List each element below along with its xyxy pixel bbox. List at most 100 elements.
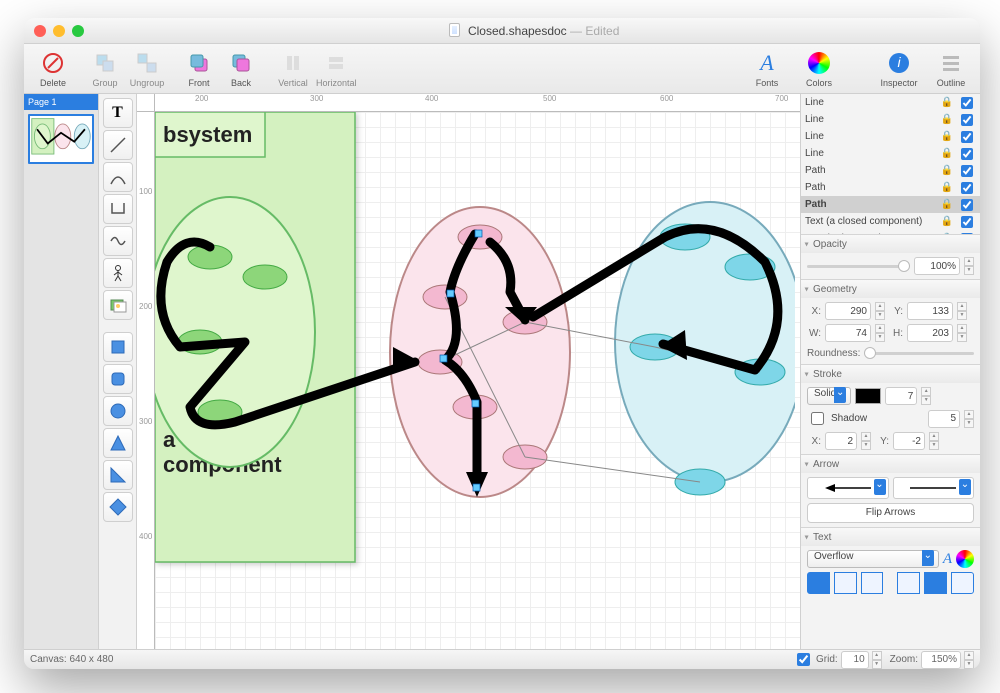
- layer-row[interactable]: Path🔒: [801, 162, 980, 179]
- lock-icon[interactable]: 🔒: [941, 131, 953, 142]
- flip-arrows-button[interactable]: Flip Arrows: [807, 503, 974, 523]
- lock-icon[interactable]: 🔒: [941, 97, 953, 108]
- diamond-shape[interactable]: [103, 492, 133, 522]
- flip-horizontal-button[interactable]: Horizontal: [316, 50, 357, 88]
- text-color-icon[interactable]: [956, 550, 974, 568]
- section-arrow-header[interactable]: Arrow: [801, 455, 980, 473]
- layer-row[interactable]: Path🔒: [801, 196, 980, 213]
- bring-front-button[interactable]: Front: [180, 50, 218, 88]
- shadow-x-stepper[interactable]: ▲▼: [861, 432, 871, 450]
- layer-visible-checkbox[interactable]: [961, 148, 973, 160]
- close-window-button[interactable]: [34, 25, 46, 37]
- layer-row[interactable]: Line🔒: [801, 94, 980, 111]
- lock-icon[interactable]: 🔒: [941, 114, 953, 125]
- outline-button[interactable]: Outline: [932, 50, 970, 88]
- layer-visible-checkbox[interactable]: [961, 97, 973, 109]
- drawing-canvas[interactable]: bsystem a closed component: [155, 112, 800, 649]
- zoom-stepper[interactable]: ▲▼: [964, 651, 974, 669]
- layer-visible-checkbox[interactable]: [961, 114, 973, 126]
- layer-row[interactable]: Text (a closed component)🔒: [801, 213, 980, 230]
- geom-w-stepper[interactable]: ▲▼: [875, 324, 885, 342]
- section-text-header[interactable]: Text: [801, 528, 980, 546]
- line-tool[interactable]: [103, 130, 133, 160]
- opacity-value[interactable]: 100%: [914, 257, 960, 275]
- arrow-end-select[interactable]: [893, 477, 975, 499]
- geom-y-field[interactable]: 133: [907, 302, 953, 320]
- opacity-slider[interactable]: [807, 259, 910, 273]
- text-font-icon[interactable]: A: [943, 551, 952, 568]
- inspector-button[interactable]: i Inspector: [880, 50, 918, 88]
- colors-button[interactable]: Colors: [800, 50, 838, 88]
- shadow-x-field[interactable]: 2: [825, 432, 857, 450]
- geom-x-field[interactable]: 290: [825, 302, 871, 320]
- lock-icon[interactable]: 🔒: [941, 165, 953, 176]
- stroke-width-field[interactable]: 7: [885, 387, 917, 405]
- image-tool[interactable]: [103, 290, 133, 320]
- align-center-button[interactable]: [834, 572, 857, 594]
- layer-list[interactable]: Line🔒Line🔒Line🔒Line🔒Path🔒Path🔒Path🔒Text …: [801, 94, 980, 234]
- lock-icon[interactable]: 🔒: [941, 216, 953, 227]
- right-triangle-shape[interactable]: [103, 460, 133, 490]
- geom-h-stepper[interactable]: ▲▼: [957, 324, 967, 342]
- arrow-start-select[interactable]: [807, 477, 889, 499]
- layer-visible-checkbox[interactable]: [961, 131, 973, 143]
- roundness-slider[interactable]: [864, 346, 974, 360]
- layer-visible-checkbox[interactable]: [961, 199, 973, 211]
- delete-button[interactable]: Delete: [34, 50, 72, 88]
- layer-visible-checkbox[interactable]: [961, 216, 973, 228]
- page-thumbnail[interactable]: [28, 114, 94, 164]
- page-header[interactable]: Page 1: [24, 94, 98, 110]
- geom-x-stepper[interactable]: ▲▼: [875, 302, 885, 320]
- text-tool[interactable]: T: [103, 98, 133, 128]
- freeform-tool[interactable]: [103, 226, 133, 256]
- lock-icon[interactable]: 🔒: [941, 182, 953, 193]
- geom-y-stepper[interactable]: ▲▼: [957, 302, 967, 320]
- grid-stepper[interactable]: ▲▼: [872, 651, 882, 669]
- send-back-button[interactable]: Back: [222, 50, 260, 88]
- layer-visible-checkbox[interactable]: [961, 182, 973, 194]
- layer-row[interactable]: Line🔒: [801, 145, 980, 162]
- fonts-button[interactable]: A Fonts: [748, 50, 786, 88]
- grid-field[interactable]: 10: [841, 651, 869, 669]
- shadow-amount-field[interactable]: 5: [928, 410, 960, 428]
- shadow-checkbox[interactable]: [811, 412, 824, 425]
- shadow-y-field[interactable]: -2: [893, 432, 925, 450]
- layer-visible-checkbox[interactable]: [961, 165, 973, 177]
- ungroup-button[interactable]: Ungroup: [128, 50, 166, 88]
- lock-icon[interactable]: 🔒: [941, 199, 953, 210]
- shadow-y-stepper[interactable]: ▲▼: [929, 432, 939, 450]
- curve-tool[interactable]: [103, 162, 133, 192]
- valign-middle-button[interactable]: [924, 572, 947, 594]
- angle-tool[interactable]: [103, 194, 133, 224]
- text-overflow-select[interactable]: Overflow: [807, 550, 939, 568]
- zoom-field[interactable]: 150%: [921, 651, 961, 669]
- layer-row[interactable]: Line🔒: [801, 128, 980, 145]
- triangle-shape[interactable]: [103, 428, 133, 458]
- rounded-square-shape[interactable]: [103, 364, 133, 394]
- circle-shape[interactable]: [103, 396, 133, 426]
- grid-checkbox[interactable]: [797, 653, 810, 666]
- valign-top-button[interactable]: [897, 572, 920, 594]
- stroke-color-swatch[interactable]: [855, 388, 881, 404]
- minimize-window-button[interactable]: [53, 25, 65, 37]
- geom-w-field[interactable]: 74: [825, 324, 871, 342]
- layer-row[interactable]: Path🔒: [801, 179, 980, 196]
- zoom-window-button[interactable]: [72, 25, 84, 37]
- shadow-amount-stepper[interactable]: ▲▼: [964, 410, 974, 428]
- align-right-button[interactable]: [861, 572, 884, 594]
- geom-h-field[interactable]: 203: [907, 324, 953, 342]
- flip-vertical-button[interactable]: Vertical: [274, 50, 312, 88]
- valign-bottom-button[interactable]: [951, 572, 974, 594]
- stroke-width-stepper[interactable]: ▲▼: [921, 387, 931, 405]
- section-stroke-header[interactable]: Stroke: [801, 365, 980, 383]
- stroke-style-select[interactable]: Solid: [807, 387, 851, 405]
- square-shape[interactable]: [103, 332, 133, 362]
- section-geometry-header[interactable]: Geometry: [801, 280, 980, 298]
- stickfigure-tool[interactable]: [103, 258, 133, 288]
- opacity-stepper[interactable]: ▲▼: [964, 257, 974, 275]
- group-button[interactable]: Group: [86, 50, 124, 88]
- section-opacity-header[interactable]: Opacity: [801, 235, 980, 253]
- lock-icon[interactable]: 🔒: [941, 148, 953, 159]
- layer-row[interactable]: Line🔒: [801, 111, 980, 128]
- align-left-button[interactable]: [807, 572, 830, 594]
